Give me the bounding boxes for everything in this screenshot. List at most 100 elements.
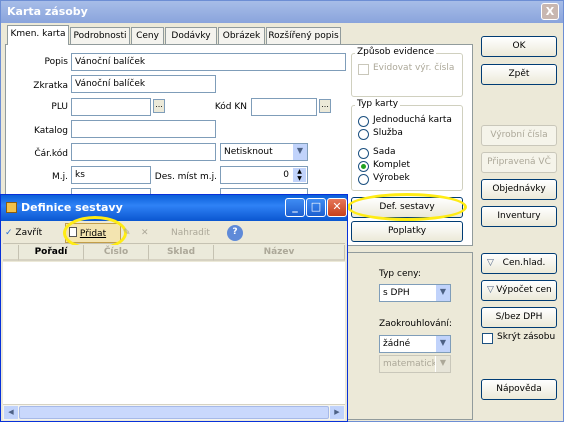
maximize-button[interactable]: □ (306, 198, 326, 217)
triangle-down-icon: ▽ (487, 258, 494, 268)
radio-sada-label: Sada (373, 147, 396, 157)
popis-label: Popis (44, 57, 68, 67)
triangle-down-icon: ▽ (487, 285, 494, 295)
car-kod-input[interactable] (71, 143, 216, 161)
edit-icon: ✎ (123, 228, 131, 238)
tab-ceny[interactable]: Ceny (131, 27, 164, 45)
tab-kmen-karta[interactable]: Kmen. karta (7, 25, 69, 45)
vypocet-cen-button[interactable]: ▽ Výpočet cen (481, 280, 557, 301)
chevron-down-icon[interactable]: ▼ (292, 144, 307, 160)
column-nazev[interactable]: Název (214, 245, 345, 261)
plu-label: PLU (51, 102, 68, 112)
mj-input[interactable]: ks (71, 166, 151, 184)
table-body[interactable] (3, 262, 345, 404)
radio-komplet-label: Komplet (373, 160, 411, 170)
car-kod-combo[interactable]: Netisknout ▼ (220, 143, 308, 161)
radio-vyrobek[interactable] (358, 174, 369, 185)
kod-kn-browse-button[interactable]: ... (319, 99, 331, 113)
scroll-thumb[interactable] (19, 406, 329, 419)
scroll-right-icon[interactable]: ▶ (330, 406, 344, 419)
main-close-button[interactable]: X (541, 3, 559, 20)
plu-input[interactable] (71, 98, 151, 116)
chevron-down-icon[interactable]: ▼ (435, 336, 450, 352)
close-icon: X (545, 5, 555, 18)
column-poradi[interactable]: Pořadí (19, 245, 84, 261)
zpusob-evidence-group (351, 53, 463, 97)
typ-ceny-label: Typ ceny: (379, 269, 421, 279)
tab-rozsireny-popis[interactable]: Rozšířený popis (266, 27, 341, 45)
radio-sada[interactable] (358, 148, 369, 159)
tab-dodavky[interactable]: Dodávky (165, 27, 217, 45)
skryt-zasobu-checkbox[interactable] (482, 333, 493, 344)
pripravena-vc-button[interactable]: Připravená VČ (481, 152, 557, 173)
definice-sestavy-dialog: Definice sestavy _ □ ✕ ✓ Zavřít Přidat ✎… (0, 194, 348, 422)
spinner-icon[interactable]: ▲ ▼ (293, 168, 306, 182)
highlight-def-sestavy (347, 193, 467, 221)
zkratka-label: Zkratka (33, 81, 68, 91)
main-window-title: Karta zásoby (7, 5, 88, 18)
car-kod-label: Čár.kód (34, 149, 68, 159)
napoveda-button[interactable]: Nápověda (481, 379, 557, 400)
app-icon (6, 202, 17, 213)
des-mist-label: Des. míst m.j. (154, 172, 217, 182)
zaokr-mode-value: matematicky (383, 359, 442, 369)
tab-podrobnosti[interactable]: Podrobnosti (70, 27, 130, 45)
zkratka-input[interactable]: Vánoční balíček (71, 75, 216, 93)
maximize-icon: □ (310, 200, 322, 213)
tab-obrazek[interactable]: Obrázek (218, 27, 265, 45)
des-mist-value: 0 (283, 170, 289, 180)
minimize-icon: _ (292, 200, 298, 213)
popis-input[interactable]: Vánoční balíček (71, 53, 346, 71)
poplatky-button[interactable]: Poplatky (351, 221, 463, 242)
scroll-left-icon[interactable]: ◀ (4, 406, 18, 419)
cen-hlad-button[interactable]: ▽ Cen.hlad. (481, 253, 557, 274)
radio-jednoducha[interactable] (358, 116, 369, 127)
typ-karty-title: Typ karty (355, 99, 401, 109)
vypocet-cen-label: Výpočet cen (496, 285, 552, 295)
zaokr-mode-combo: matematicky ▼ (379, 355, 451, 373)
chevron-down-icon: ▼ (435, 356, 450, 372)
des-mist-input[interactable]: 0 ▲ ▼ (220, 166, 308, 184)
zaokrouhlovani-value: žádné (383, 339, 411, 349)
zaokrouhlovani-combo[interactable]: žádné ▼ (379, 335, 451, 353)
horizontal-scrollbar[interactable]: ◀ ▶ (3, 404, 345, 420)
delete-icon: ✕ (141, 228, 149, 238)
cen-hlad-label: Cen.hlad. (502, 258, 546, 268)
mj-label: M.j. (52, 172, 68, 182)
zpusob-evidence-title: Způsob evidence (355, 47, 437, 57)
car-kod-combo-value: Netisknout (224, 147, 273, 157)
kod-kn-input[interactable] (251, 98, 317, 116)
radio-sluzba-label: Služba (373, 128, 403, 138)
evidovat-label: Evidovat výr. čísla (373, 63, 455, 73)
inventury-button[interactable]: Inventury (481, 206, 557, 227)
plu-browse-button[interactable]: ... (153, 99, 165, 113)
zpet-button[interactable]: Zpět (481, 64, 557, 85)
s-bez-dph-button[interactable]: S/bez DPH (481, 307, 557, 328)
column-sklad[interactable]: Sklad (149, 245, 214, 261)
vyrobni-cisla-button[interactable]: Výrobní čísla (481, 125, 557, 146)
column-cislo[interactable]: Číslo (84, 245, 149, 261)
zavrit-label: Zavřít (15, 228, 43, 238)
checkmark-icon: ✓ (5, 228, 13, 238)
katalog-input[interactable] (71, 120, 216, 138)
radio-komplet[interactable] (358, 161, 369, 172)
ok-button[interactable]: OK (481, 36, 557, 57)
chevron-down-icon[interactable]: ▼ (435, 285, 450, 301)
radio-sluzba[interactable] (358, 129, 369, 140)
kod-kn-label: Kód KN (214, 102, 247, 112)
typ-ceny-combo[interactable]: s DPH ▼ (379, 284, 451, 302)
katalog-label: Katalog (33, 126, 68, 136)
main-title-bar: Karta zásoby (1, 1, 563, 23)
row-indicator-header (3, 245, 19, 261)
skryt-zasobu-label: Skrýt zásobu (497, 332, 556, 342)
objednavky-button[interactable]: Objednávky (481, 179, 557, 200)
zavrit-button[interactable]: ✓ Zavřít (5, 223, 61, 243)
evidovat-checkbox[interactable] (358, 64, 369, 75)
zaokrouhlovani-label: Zaokrouhlování: (379, 319, 452, 329)
radio-vyrobek-label: Výrobek (373, 173, 410, 183)
dialog-title: Definice sestavy (21, 201, 123, 214)
dialog-close-button[interactable]: ✕ (327, 198, 347, 217)
minimize-button[interactable]: _ (285, 198, 305, 217)
help-icon[interactable]: ? (227, 225, 243, 241)
nahradit-button[interactable]: Nahradit (163, 223, 217, 243)
